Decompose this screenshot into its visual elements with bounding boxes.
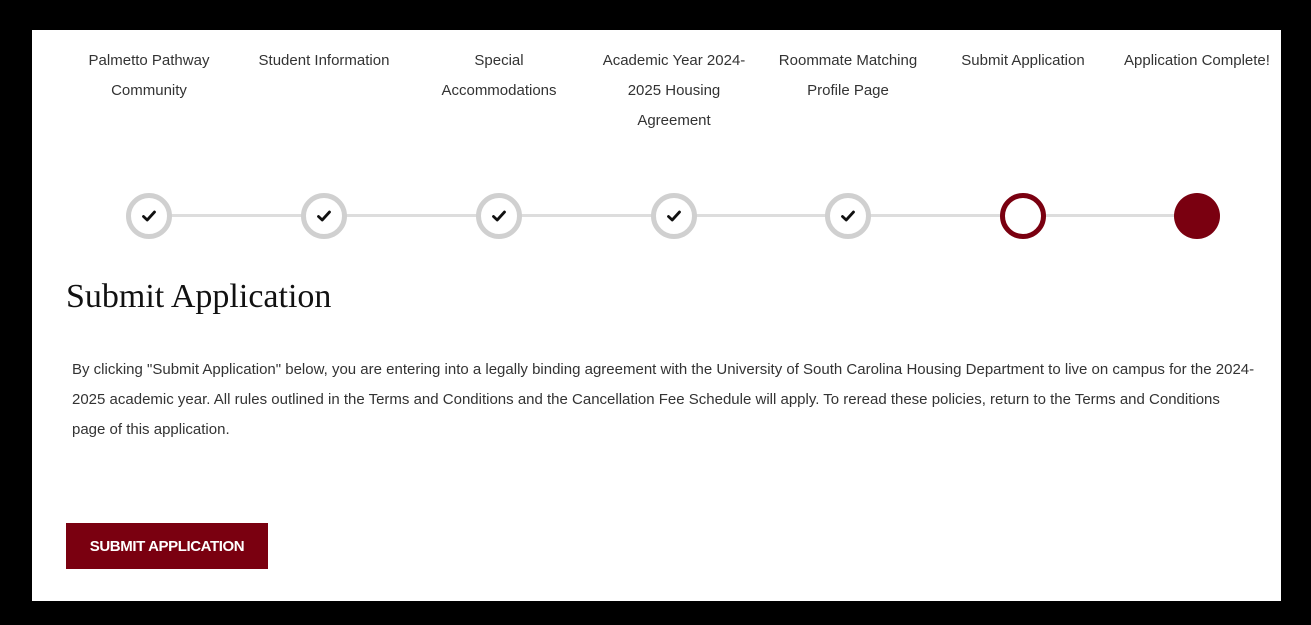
step-marker-student-information[interactable] bbox=[301, 193, 347, 239]
step-label-special-accommodations[interactable]: Special Accommodations bbox=[419, 46, 579, 106]
step-label-application-complete: Application Complete! bbox=[1124, 52, 1270, 69]
submit-application-button[interactable]: SUBMIT APPLICATION bbox=[66, 523, 268, 569]
step-label-student-information[interactable]: Student Information bbox=[244, 46, 404, 76]
step-label-submit-application[interactable]: Submit Application bbox=[943, 46, 1103, 76]
step-marker-submit-application[interactable] bbox=[1000, 193, 1046, 239]
step-marker-special-accommodations[interactable] bbox=[476, 193, 522, 239]
step-marker-application-complete bbox=[1174, 193, 1220, 239]
check-icon bbox=[492, 210, 506, 222]
page-title: Submit Application bbox=[66, 278, 332, 315]
step-label-housing-agreement[interactable]: Academic Year 2024-2025 Housing Agreemen… bbox=[594, 46, 754, 136]
check-icon bbox=[142, 210, 156, 222]
step-marker-palmetto-pathway[interactable] bbox=[126, 193, 172, 239]
check-icon bbox=[841, 210, 855, 222]
check-icon bbox=[667, 210, 681, 222]
step-label-palmetto-pathway[interactable]: Palmetto Pathway Community bbox=[69, 46, 229, 106]
step-marker-roommate-matching[interactable] bbox=[825, 193, 871, 239]
step-marker-housing-agreement[interactable] bbox=[651, 193, 697, 239]
step-label-roommate-matching[interactable]: Roommate Matching Profile Page bbox=[768, 46, 928, 106]
progress-step-labels: Palmetto Pathway Community Student Infor… bbox=[32, 46, 1281, 136]
agreement-text: By clicking "Submit Application" below, … bbox=[72, 361, 1255, 438]
application-panel: Palmetto Pathway Community Student Infor… bbox=[32, 30, 1281, 601]
check-icon bbox=[317, 210, 331, 222]
